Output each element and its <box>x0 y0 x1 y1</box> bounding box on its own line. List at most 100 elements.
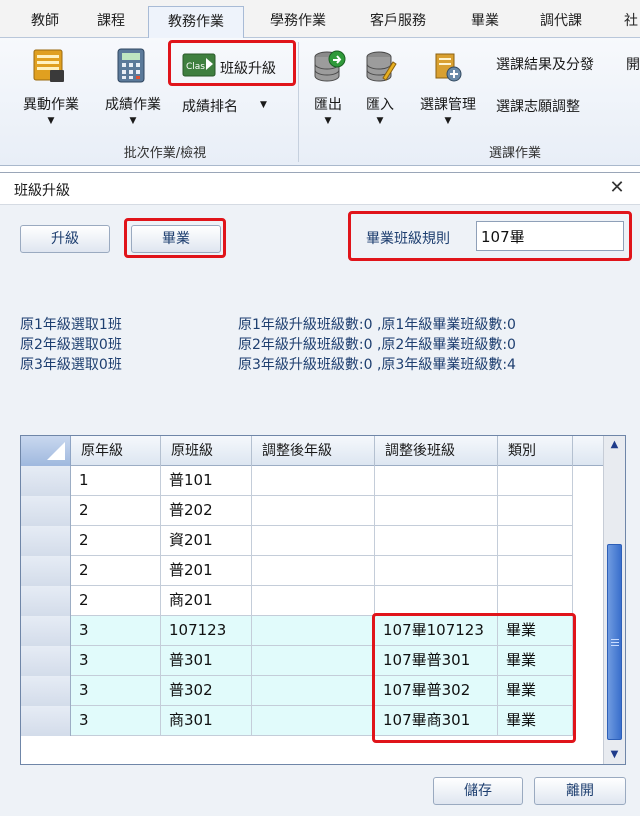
table-row[interactable]: 2 商201 <box>21 586 573 616</box>
close-icon[interactable]: ✕ <box>606 177 628 199</box>
column-header[interactable]: 調整後年級 <box>252 436 375 466</box>
cell-new-grade[interactable] <box>252 646 375 675</box>
cell-type[interactable] <box>498 586 573 615</box>
cell-new-cls[interactable]: 107畢普302 <box>375 676 498 705</box>
table-row[interactable]: 2 資201 <box>21 526 573 556</box>
graduate-rule-input[interactable] <box>476 221 624 251</box>
table-row[interactable]: 3 107123 107畢107123 畢業 <box>21 616 573 646</box>
cell-grade[interactable]: 2 <box>71 556 161 585</box>
row-selector[interactable] <box>21 676 71 706</box>
tab-graduation[interactable]: 畢業 <box>460 6 510 38</box>
row-selector[interactable] <box>21 526 71 556</box>
row-selector[interactable] <box>21 496 71 526</box>
table-row[interactable]: 3 商301 107畢商301 畢業 <box>21 706 573 736</box>
cell-type[interactable] <box>498 466 573 495</box>
promote-button[interactable]: 升級 <box>20 225 110 253</box>
row-selector[interactable] <box>21 556 71 586</box>
ranking-button[interactable]: 成績排名 <box>182 96 238 116</box>
cell-cls[interactable]: 普101 <box>161 466 252 495</box>
save-button[interactable]: 儲存 <box>433 777 523 805</box>
cell-new-cls[interactable]: 107畢普301 <box>375 646 498 675</box>
cell-type[interactable]: 畢業 <box>498 676 573 705</box>
tab-club[interactable]: 社 <box>616 6 640 38</box>
ribbon-overflow-button[interactable]: 開 <box>626 54 640 74</box>
cell-type[interactable]: 畢業 <box>498 706 573 735</box>
class-promote-button[interactable]: 班級升級 <box>220 58 276 78</box>
cell-new-grade[interactable] <box>252 586 375 615</box>
row-selector[interactable] <box>21 466 71 496</box>
chevron-down-icon: ▼ <box>129 116 137 126</box>
scrollbar-thumb[interactable] <box>607 544 622 740</box>
cell-grade[interactable]: 2 <box>71 586 161 615</box>
scroll-down-icon[interactable]: ▼ <box>604 746 625 764</box>
cell-grade[interactable]: 3 <box>71 646 161 675</box>
transfer-button[interactable]: 異動作業 ▼ <box>18 94 84 126</box>
cell-grade[interactable]: 2 <box>71 526 161 555</box>
leave-button[interactable]: 離開 <box>534 777 626 805</box>
cell-cls[interactable]: 普302 <box>161 676 252 705</box>
row-selector[interactable] <box>21 586 71 616</box>
class-promote-dialog: 班級升級 ✕ 升級 畢業 畢業班級規則 原1年級選取1班 原2年級選取0班 原3… <box>0 172 640 816</box>
cell-grade[interactable]: 2 <box>71 496 161 525</box>
tab-course[interactable]: 課程 <box>86 6 136 38</box>
scroll-up-icon[interactable]: ▲ <box>604 436 625 454</box>
import-button[interactable]: 匯入 ▼ <box>362 94 398 126</box>
export-button[interactable]: 匯出 ▼ <box>310 94 346 126</box>
cell-type[interactable]: 畢業 <box>498 616 573 645</box>
cell-cls[interactable]: 商201 <box>161 586 252 615</box>
column-header[interactable]: 調整後班級 <box>375 436 498 466</box>
cell-new-grade[interactable] <box>252 676 375 705</box>
grades-button[interactable]: 成績作業 ▼ <box>100 94 166 126</box>
table-row[interactable]: 3 普302 107畢普302 畢業 <box>21 676 573 706</box>
row-selector[interactable] <box>21 616 71 646</box>
table-row[interactable]: 1 普101 <box>21 466 573 496</box>
table-row[interactable]: 2 普202 <box>21 496 573 526</box>
row-selector[interactable] <box>21 646 71 676</box>
cell-new-cls[interactable] <box>375 526 498 555</box>
cell-type[interactable] <box>498 526 573 555</box>
cell-cls[interactable]: 商301 <box>161 706 252 735</box>
table-row[interactable]: 2 普201 <box>21 556 573 586</box>
cell-new-cls[interactable]: 107畢商301 <box>375 706 498 735</box>
cell-cls[interactable]: 107123 <box>161 616 252 645</box>
tab-customer-service[interactable]: 客戶服務 <box>358 6 438 38</box>
cell-type[interactable] <box>498 556 573 585</box>
vertical-scrollbar[interactable]: ▲ ▼ <box>603 436 625 764</box>
cell-grade[interactable]: 3 <box>71 616 161 645</box>
cell-grade[interactable]: 3 <box>71 706 161 735</box>
cell-cls[interactable]: 普201 <box>161 556 252 585</box>
cell-new-grade[interactable] <box>252 706 375 735</box>
cell-new-cls[interactable] <box>375 586 498 615</box>
graduate-button[interactable]: 畢業 <box>131 225 221 253</box>
column-header[interactable]: 類別 <box>498 436 573 466</box>
row-selector[interactable] <box>21 706 71 736</box>
cell-cls[interactable]: 普202 <box>161 496 252 525</box>
tab-substitute[interactable]: 調代課 <box>528 6 594 38</box>
cell-grade[interactable]: 1 <box>71 466 161 495</box>
chevron-down-icon[interactable]: ▼ <box>260 96 267 114</box>
cell-grade[interactable]: 3 <box>71 676 161 705</box>
table-row[interactable]: 3 普301 107畢普301 畢業 <box>21 646 573 676</box>
tab-teacher[interactable]: 教師 <box>20 6 70 38</box>
cell-cls[interactable]: 普301 <box>161 646 252 675</box>
cell-type[interactable]: 畢業 <box>498 646 573 675</box>
column-header[interactable]: 原班級 <box>161 436 252 466</box>
course-result-button[interactable]: 選課結果及分發 <box>496 54 594 74</box>
cell-new-grade[interactable] <box>252 466 375 495</box>
cell-cls[interactable]: 資201 <box>161 526 252 555</box>
cell-new-cls[interactable]: 107畢107123 <box>375 616 498 645</box>
tab-student-affairs[interactable]: 學務作業 <box>258 6 338 38</box>
cell-type[interactable] <box>498 496 573 525</box>
cell-new-grade[interactable] <box>252 496 375 525</box>
cell-new-cls[interactable] <box>375 496 498 525</box>
cell-new-grade[interactable] <box>252 616 375 645</box>
cell-new-grade[interactable] <box>252 556 375 585</box>
course-manage-button[interactable]: 選課管理 ▼ <box>416 94 480 126</box>
cell-new-cls[interactable] <box>375 556 498 585</box>
column-header[interactable]: 原年級 <box>71 436 161 466</box>
cell-new-grade[interactable] <box>252 526 375 555</box>
tab-academic-affairs[interactable]: 教務作業 <box>148 6 244 39</box>
select-all-corner[interactable] <box>21 436 71 466</box>
course-adjust-button[interactable]: 選課志願調整 <box>496 96 580 116</box>
cell-new-cls[interactable] <box>375 466 498 495</box>
